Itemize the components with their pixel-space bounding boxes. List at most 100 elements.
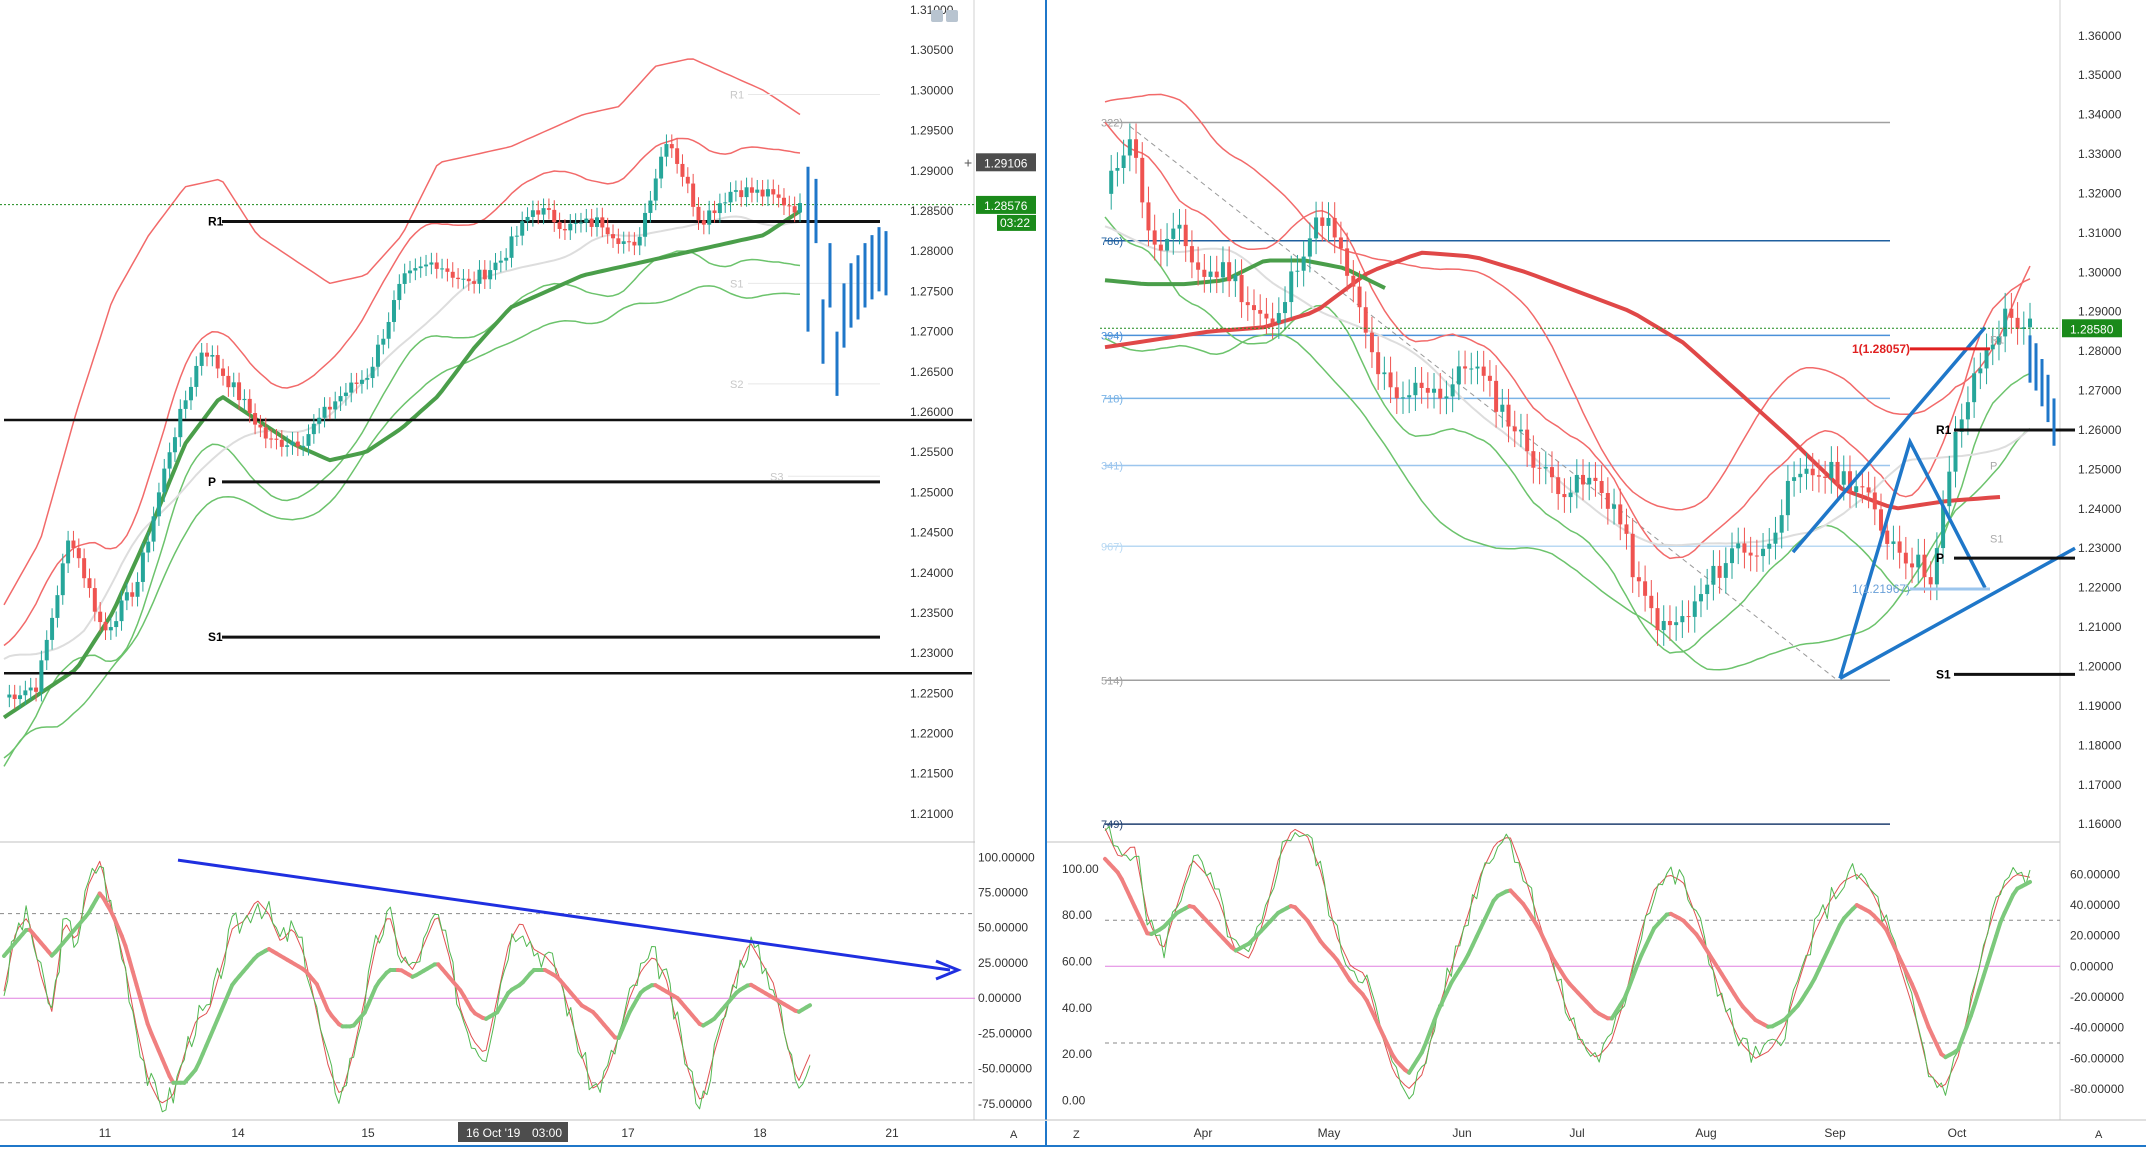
candle-body [520, 221, 525, 236]
candle-body [1146, 202, 1151, 231]
fib-level-label: 967) [1101, 541, 1123, 553]
candle-body [1165, 238, 1170, 251]
candle-body [728, 191, 733, 203]
candle-body [717, 203, 722, 214]
candle-body [1947, 471, 1952, 507]
candle-body [1742, 543, 1747, 553]
collapse-down-icon[interactable] [946, 10, 958, 22]
candle-body [1425, 387, 1430, 393]
price-tick-label: 1.23500 [910, 606, 954, 620]
candle-body [1680, 616, 1685, 623]
price-tick-label: 1.29000 [910, 164, 954, 178]
candle-body [242, 398, 247, 401]
osc-left-tick-label: 80.00 [1062, 908, 1092, 922]
time-tick-label: Aug [1695, 1126, 1716, 1140]
candle-body [306, 434, 311, 446]
candle-body [616, 238, 621, 244]
candle-body [1549, 467, 1554, 478]
candle-body [258, 424, 263, 428]
candle-body [247, 398, 252, 414]
candle-body [739, 190, 744, 198]
candle-body [1773, 532, 1778, 544]
candle-body [60, 563, 65, 596]
candle-body [1487, 375, 1492, 381]
pivot-p-label: P [1936, 551, 1944, 565]
price-tick-label: 1.22000 [2078, 581, 2122, 595]
candle-body [1928, 577, 1933, 585]
candle-body [167, 452, 172, 469]
price-tick-label: 1.27000 [910, 325, 954, 339]
price-tick-label: 1.32000 [2078, 186, 2122, 200]
candle-body [1779, 515, 1784, 533]
candle-body [1829, 461, 1834, 478]
candle-body [798, 203, 802, 213]
candle-body [482, 269, 487, 280]
candle-body [691, 183, 696, 207]
candle-body [55, 595, 60, 618]
left-price-axis[interactable]: 1.310001.305001.300001.295001.290001.285… [910, 3, 954, 821]
candle-body [685, 176, 690, 184]
candle-body [514, 235, 519, 237]
candle-body [1376, 352, 1381, 375]
candle-body [562, 228, 567, 231]
candle-body [1127, 139, 1132, 156]
candle-body [723, 202, 728, 204]
candle-body [237, 382, 242, 401]
price-tick-label: 1.30500 [910, 43, 954, 57]
candle-body [1872, 492, 1877, 510]
candle-body [365, 378, 370, 380]
candle-body [568, 223, 573, 231]
candle-body [1276, 313, 1281, 324]
candle-body [1295, 270, 1300, 272]
candle-body [151, 516, 156, 542]
price-tick-label: 1.26000 [2078, 423, 2122, 437]
candle-body [28, 687, 33, 691]
candle-body [370, 366, 375, 379]
candle-body [787, 205, 792, 207]
candle-body [669, 144, 674, 149]
candle-body [215, 355, 220, 369]
fib-level-label: 394) [1101, 330, 1123, 342]
candle-body [1643, 581, 1648, 596]
candle-body [178, 408, 183, 438]
price-tick-label: 1.24000 [910, 566, 954, 580]
candle-body [50, 617, 55, 640]
candle-body [1363, 307, 1368, 333]
collapse-up-icon[interactable] [931, 10, 943, 22]
candle-body [1357, 286, 1362, 308]
candle-body [1879, 509, 1884, 531]
price-tick-label: 1.28000 [2078, 344, 2122, 358]
fib-level-label: 718) [1101, 393, 1123, 405]
osc-tick-label: 60.00000 [2070, 867, 2120, 881]
candle-body [349, 382, 354, 393]
pivot-p-small-label: P [1990, 460, 1997, 472]
osc-left-tick-label: 20.00 [1062, 1047, 1092, 1061]
candle-body [1649, 595, 1654, 609]
time-tick-label: 21 [885, 1126, 899, 1140]
candle-body [653, 178, 658, 201]
candle-body [1208, 271, 1213, 277]
candle-body [103, 622, 108, 631]
candle-body [140, 552, 145, 582]
candle-body [1599, 480, 1604, 494]
candle-body [34, 687, 39, 692]
candle-body [108, 627, 113, 631]
osc-left-tick-label: 0.00 [1062, 1093, 1086, 1107]
candle-body [434, 262, 439, 269]
candle-body [472, 281, 477, 284]
candle-body [1661, 621, 1666, 631]
candle-body [1220, 262, 1225, 278]
pivot-s1-label: S1 [208, 630, 223, 644]
candle-body [1456, 366, 1461, 385]
candle-body [600, 217, 605, 228]
plus-icon: + [964, 154, 972, 170]
candle-body [418, 266, 423, 269]
candle-body [1512, 426, 1517, 432]
candle-body [573, 222, 578, 224]
candle-body [1785, 480, 1790, 516]
right-price-axis[interactable]: 1.36000 1.35000 1.34000 1.33000 1.32000 1.310… [2078, 29, 2122, 831]
price-tick-label: 1.26500 [910, 365, 954, 379]
time-tick-label: 17 [621, 1126, 635, 1140]
fib-level-label: 749) [1101, 819, 1123, 831]
target-label-2: 1(1.21967) [1852, 582, 1910, 596]
